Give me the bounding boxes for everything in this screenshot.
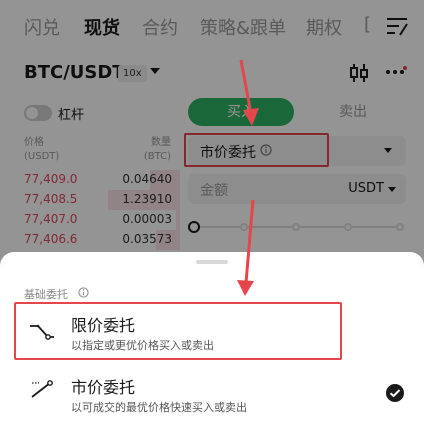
annotation-arrows	[237, 59, 259, 296]
